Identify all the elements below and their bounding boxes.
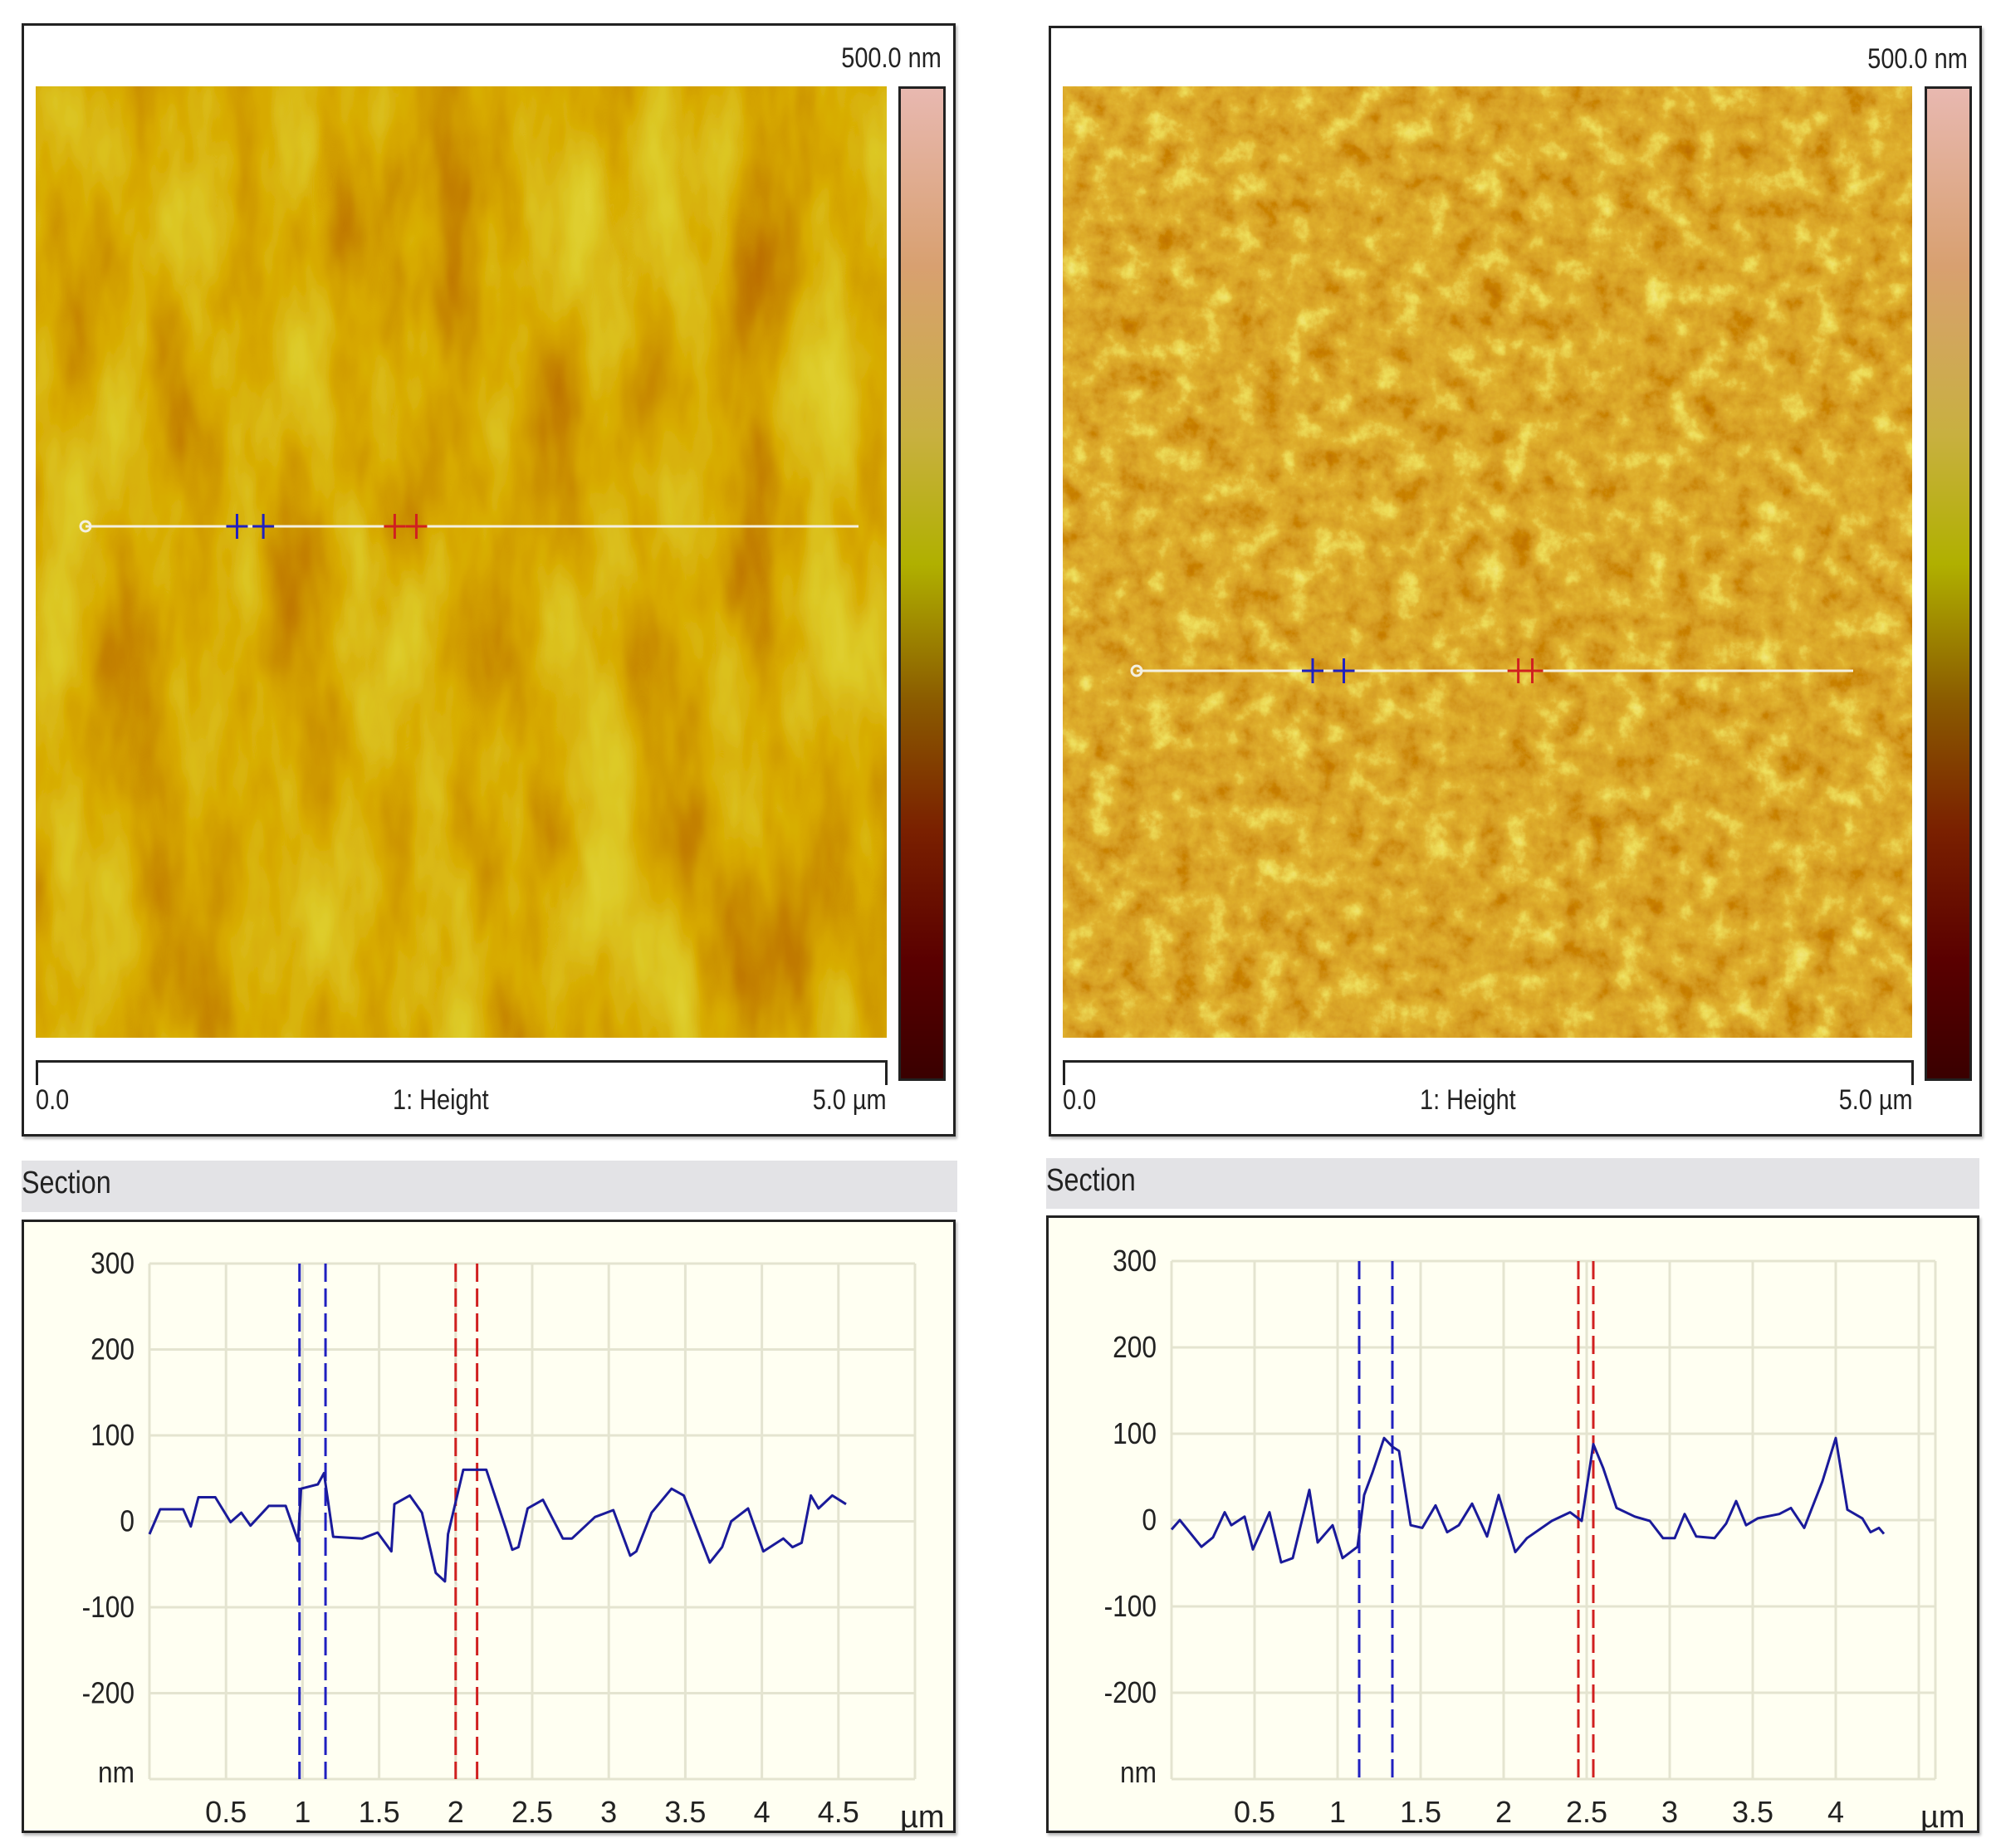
x-tick-label: 0.5 [1234,1795,1275,1829]
x-tick-label: 1.5 [359,1795,400,1829]
section-title: Section [1046,1163,1136,1198]
x-tick-label: 4 [1827,1795,1844,1829]
y-tick-label: 0 [1142,1503,1157,1537]
section-profile-plot[interactable]: 300 200 100 0 -100 -200 nm 0.5 1 1.5 2 2.5 3 3.5 4 4.5 µ… [24,1222,953,1835]
section-chart-right: 300 200 100 0 -100 -200 nm 0.5 1 1.5 2 2.5 3 3.5 4 µm [1046,1215,1979,1835]
x-tick-label: 1 [294,1795,311,1829]
height-colorbar [898,86,946,1081]
x-tick-label: 4.5 [818,1795,859,1829]
section-title: Section [22,1166,111,1200]
y-tick-label: -100 [1104,1590,1157,1623]
y-tick-label: 0 [120,1505,135,1538]
y-axis-unit-label: nm [1120,1756,1157,1789]
height-colorbar [1925,86,1972,1081]
x-tick-label: 3 [1661,1795,1678,1829]
y-tick-label: -200 [82,1677,135,1710]
x-tick-label: 0.5 [205,1795,247,1829]
scale-end-label: 5.0 µm [1839,1084,1913,1116]
x-tick-label: 3 [600,1795,617,1829]
x-tick-label: 2 [448,1795,464,1829]
scale-end-label: 5.0 µm [813,1084,887,1116]
x-axis-unit-label: µm [1920,1800,1965,1831]
y-tick-label: 200 [91,1333,135,1366]
y-tick-label: 100 [1113,1417,1157,1450]
colorbar-max-label: 500.0 nm [1867,43,1968,75]
y-tick-label: -200 [1104,1676,1157,1709]
section-chart-left: 300 200 100 0 -100 -200 nm 0.5 1 1.5 2 2.5 3 3.5 4 4.5 µ… [22,1220,956,1835]
x-tick-label: 2.5 [1566,1795,1607,1829]
section-profile-plot[interactable]: 300 200 100 0 -100 -200 nm 0.5 1 1.5 2 2.5 3 3.5 4 µm [1049,1218,1977,1835]
height-map [1063,86,1912,1038]
profile-line [1170,1436,1886,1564]
channel-label: 1: Height [1420,1084,1516,1116]
y-axis-unit-label: nm [98,1756,135,1789]
scale-bar [36,1060,888,1085]
section-header-right: Section [1046,1158,1979,1209]
afm-image-panel-right: 500.0 nm 0.0 1: Height 5.0 µm [1049,26,1982,1137]
scale-bar [1063,1060,1914,1085]
section-header-left: Section [22,1161,957,1212]
y-tick-label: 100 [91,1419,135,1452]
x-tick-label: 1.5 [1400,1795,1441,1829]
x-tick-label: 4 [754,1795,771,1829]
afm-height-image[interactable] [1063,86,1912,1038]
x-tick-label: 3.5 [664,1795,706,1829]
height-map [36,86,887,1038]
y-tick-label: -100 [82,1591,135,1624]
scale-start-label: 0.0 [36,1084,70,1116]
colorbar-max-label: 500.0 nm [841,42,942,74]
x-tick-label: 2.5 [511,1795,553,1829]
scale-start-label: 0.0 [1063,1084,1097,1116]
x-tick-label: 1 [1329,1795,1346,1829]
afm-height-image[interactable] [36,86,887,1038]
x-axis-unit-label: µm [900,1800,945,1831]
profile-line [148,1468,847,1583]
channel-label: 1: Height [393,1084,489,1116]
x-tick-label: 2 [1495,1795,1512,1829]
y-tick-label: 300 [91,1247,135,1280]
y-tick-label: 300 [1113,1244,1157,1278]
x-tick-label: 3.5 [1732,1795,1773,1829]
y-tick-label: 200 [1113,1331,1157,1364]
grid [148,1262,917,1781]
afm-image-panel-left: 500.0 nm 0.0 1: Height 5.0 µm [22,23,956,1137]
